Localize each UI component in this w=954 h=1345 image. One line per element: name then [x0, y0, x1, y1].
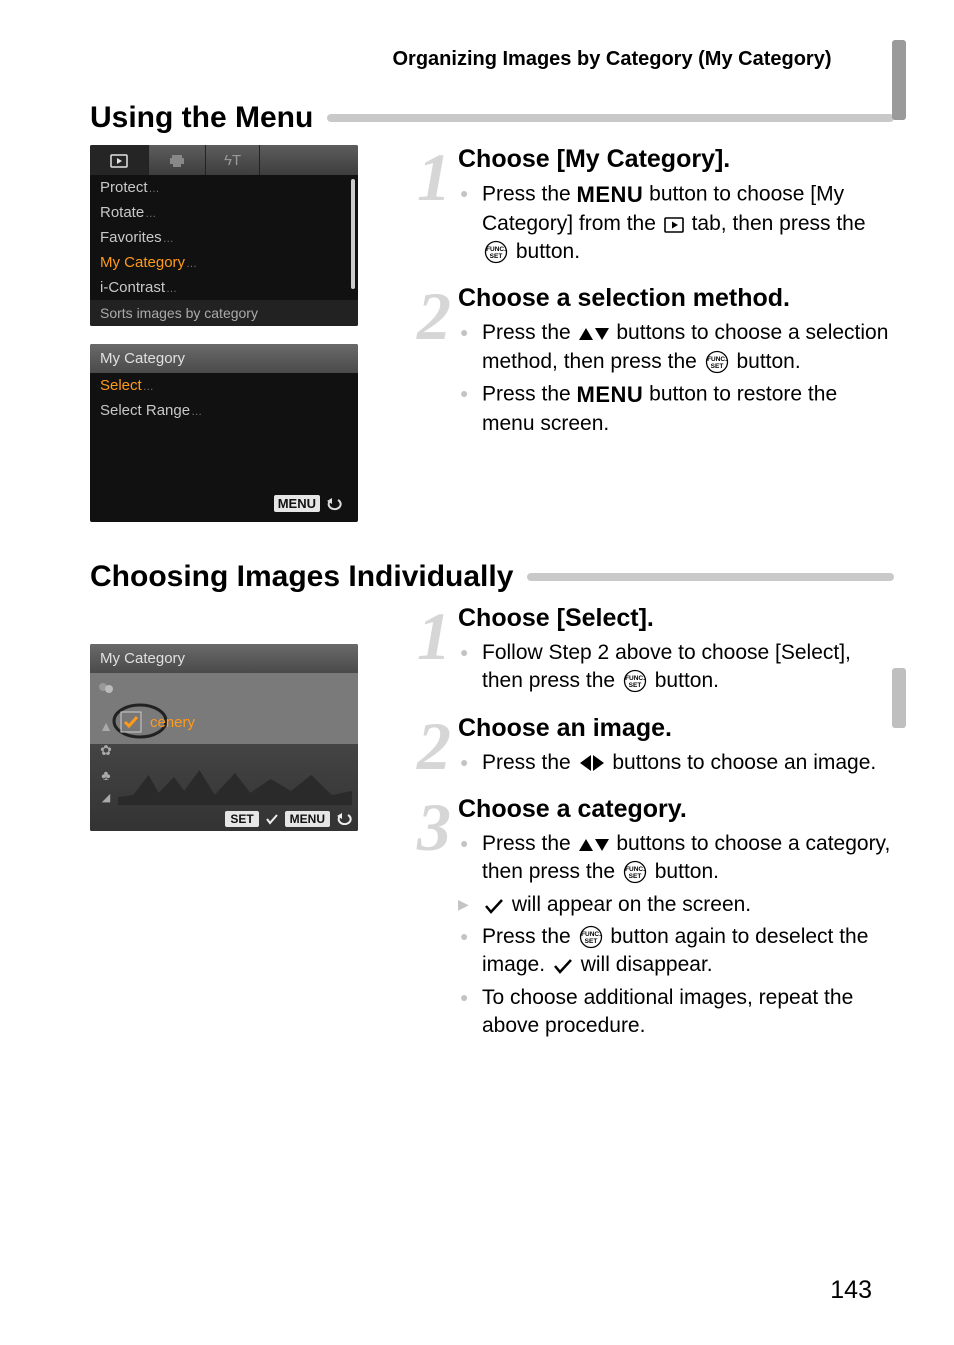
- camera-menu-footer: Sorts images by category: [90, 300, 358, 326]
- svg-text:SET: SET: [629, 873, 642, 880]
- menu-text-icon: MENU: [577, 180, 644, 210]
- func-set-icon: FUNC.SET: [484, 240, 508, 264]
- svg-text:FUNC.: FUNC.: [625, 866, 645, 873]
- camera-menu-item: i-Contrast…: [90, 275, 358, 300]
- camera-menu-item: Protect…: [90, 175, 358, 200]
- step-title: Choose a category.: [458, 795, 894, 824]
- camera-select-list: Select…Select Range…: [90, 373, 358, 423]
- menu-text-icon: MENU: [577, 380, 644, 410]
- section-rule: [527, 573, 894, 581]
- camera-tabs: ϟT: [90, 145, 358, 175]
- step-number: 2: [410, 714, 458, 767]
- step-bullet: Press the buttons to choose an image.: [458, 749, 894, 777]
- set-badge-label: SET: [225, 811, 258, 827]
- step-title: Choose [Select].: [458, 604, 894, 633]
- camera-menu-item: Favorites…: [90, 225, 358, 250]
- step-number: 3: [410, 795, 458, 848]
- menu-badge-label: MENU: [285, 811, 330, 827]
- step-title: Choose [My Category].: [458, 145, 894, 174]
- category-icons-column: ▲ ✿ ♣ ◢: [94, 681, 118, 804]
- menu-back-indicator: MENU: [274, 495, 344, 512]
- check-icon: [265, 813, 279, 825]
- svg-text:SET: SET: [710, 363, 723, 370]
- camera-menu-item: Select Range…: [90, 398, 358, 423]
- tab-play-icon: [90, 145, 149, 175]
- photo-silhouette: [118, 765, 352, 805]
- svg-text:FUNC.: FUNC.: [707, 356, 727, 363]
- check-icon: [553, 958, 573, 974]
- tab-print-icon: [149, 145, 206, 175]
- func-set-icon: FUNC.SET: [705, 350, 729, 374]
- svg-text:SET: SET: [629, 682, 642, 689]
- section-title: Using the Menu: [90, 101, 313, 135]
- check-icon: [484, 898, 504, 914]
- page-edge-tab-mid: [892, 668, 906, 728]
- func-set-icon: FUNC.SET: [623, 669, 647, 693]
- camera-menu-item: My Category…: [90, 250, 358, 275]
- svg-text:FUNC.: FUNC.: [486, 246, 506, 253]
- back-arrow-icon: [336, 813, 352, 825]
- svg-text:SET: SET: [490, 253, 503, 260]
- camera-menu-list: Protect…Rotate…Favorites…My Category…i-C…: [90, 175, 358, 300]
- camera-menu-item: Select…: [90, 373, 358, 398]
- func-set-icon: FUNC.SET: [579, 925, 603, 949]
- step-bullet: Press the buttons to choose a selection …: [458, 319, 894, 376]
- step-bullet: Press the MENU button to choose [My Cate…: [458, 180, 894, 266]
- camera-menu-screenshot-1: ϟT Protect…Rotate…Favorites…My Category……: [90, 145, 358, 326]
- section-title: Choosing Images Individually: [90, 560, 513, 594]
- svg-text:FUNC.: FUNC.: [625, 675, 645, 682]
- back-arrow-icon: [326, 497, 342, 511]
- selected-category-label: cenery: [150, 714, 195, 731]
- step-bullet: Press the buttons to choose a category, …: [458, 830, 894, 887]
- camera-screen-title: My Category: [90, 344, 358, 373]
- section-heading-choosing-individually: Choosing Images Individually: [90, 560, 894, 594]
- category-people-icon: [94, 681, 118, 700]
- set-menu-indicator: SET MENU: [225, 811, 352, 827]
- svg-text:SET: SET: [584, 938, 597, 945]
- page-edge-tab-top: [892, 40, 906, 120]
- page-number: 143: [830, 1276, 872, 1305]
- step-bullet: will appear on the screen.: [458, 891, 894, 919]
- step-title: Choose an image.: [458, 714, 894, 743]
- step-number: 2: [410, 284, 458, 337]
- instruction-step: 3Choose a category. Press the buttons to …: [410, 795, 894, 1044]
- step-bullet: Press the FUNC.SET button again to desel…: [458, 923, 894, 980]
- func-set-icon: FUNC.SET: [623, 860, 647, 884]
- camera-menu-screenshot-2: My Category Select…Select Range… MENU: [90, 344, 358, 522]
- step-title: Choose a selection method.: [458, 284, 894, 313]
- up-down-arrows-icon: [579, 326, 609, 342]
- instruction-step: 1Choose [Select]. Follow Step 2 above to …: [410, 604, 894, 700]
- camera-menu-item: Rotate…: [90, 200, 358, 225]
- instruction-step: 2Choose an image. Press the buttons to ch…: [410, 714, 894, 781]
- camera-image-screenshot: My Category ▲ ✿ ♣ ◢: [90, 644, 358, 831]
- step-number: 1: [410, 145, 458, 198]
- step-bullet: Press the MENU button to restore the men…: [458, 380, 894, 438]
- step-bullet: To choose additional images, repeat the …: [458, 984, 894, 1041]
- category-cat2-icon: ◢: [94, 791, 118, 804]
- selected-category-row: cenery: [120, 711, 195, 733]
- step-bullet: Follow Step 2 above to choose [Select], …: [458, 639, 894, 696]
- play-tab-icon: [664, 217, 684, 233]
- check-in-box-icon: [120, 711, 142, 733]
- instruction-step: 2Choose a selection method. Press the but…: [410, 284, 894, 442]
- instruction-step: 1Choose [My Category]. Press the MENU but…: [410, 145, 894, 270]
- svg-text:FUNC.: FUNC.: [581, 931, 601, 938]
- category-cat1-icon: ♣: [94, 767, 118, 783]
- section-rule: [327, 114, 894, 122]
- camera-scrollbar: [351, 179, 355, 289]
- step-number: 1: [410, 604, 458, 657]
- left-right-arrows-icon: [579, 754, 605, 772]
- tab-tools-icon: ϟT: [206, 145, 260, 175]
- camera-screen-title: My Category: [90, 644, 358, 673]
- menu-badge-label: MENU: [274, 495, 320, 512]
- page-header: Organizing Images by Category (My Catego…: [350, 48, 874, 71]
- category-events-icon: ✿: [94, 742, 118, 759]
- section-heading-using-menu: Using the Menu: [90, 101, 894, 135]
- up-down-arrows-icon: [579, 837, 609, 853]
